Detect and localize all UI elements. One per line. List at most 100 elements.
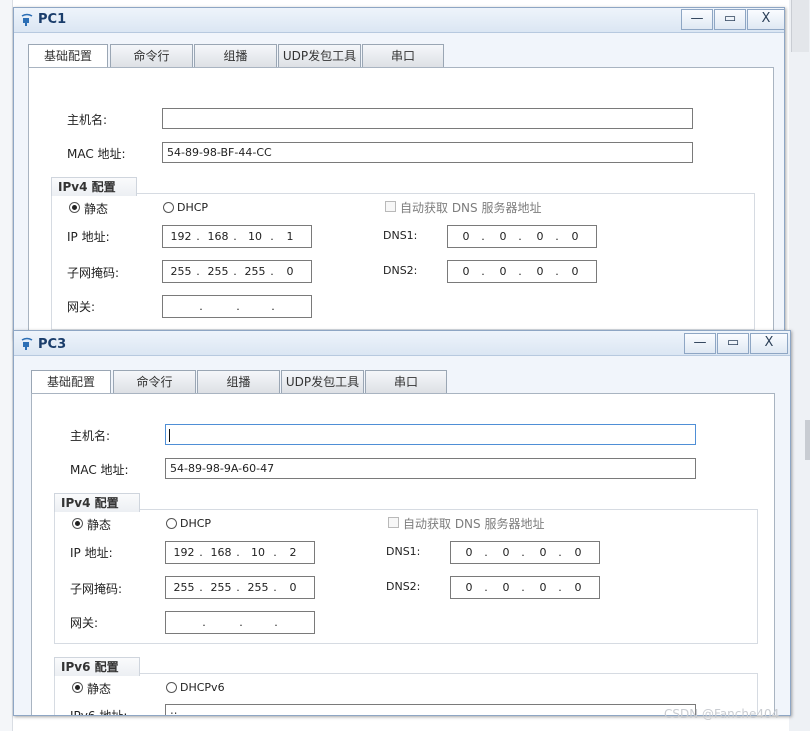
dns2-octet-2: 0 [499, 265, 507, 278]
scrollbar-thumb[interactable] [791, 0, 809, 52]
ip-dot: . [558, 581, 562, 594]
tab-multicast[interactable]: 组播 [194, 44, 277, 68]
dns2-label: DNS2: [383, 264, 418, 277]
ip-dot: . [233, 265, 237, 278]
dns1-octet-1: 0 [465, 546, 473, 559]
static6-label: 静态 [87, 682, 112, 696]
subnet-mask-input[interactable]: 255 . 255 . 255 . 0 [165, 576, 315, 599]
mask-octet-2: 255 [207, 265, 229, 278]
pc-app-icon [21, 337, 33, 350]
mac-label: MAC 地址: [67, 147, 126, 161]
scrollbar-mark [805, 420, 810, 460]
auto-dns-checkbox[interactable] [385, 201, 396, 212]
static-label: 静态 [84, 202, 109, 216]
background-left-pane [0, 0, 13, 731]
ip-label: IP 地址: [70, 546, 113, 560]
tab-command-line[interactable]: 命令行 [113, 370, 196, 394]
gateway-label: 网关: [67, 300, 96, 314]
auto-dns-checkbox[interactable] [388, 517, 399, 528]
background-scrollbar[interactable] [789, 0, 810, 731]
mask-octet-4: 0 [289, 581, 297, 594]
ip-dot: . [199, 546, 203, 559]
pc3-titlebar[interactable]: PC3 — ▭ X [14, 331, 790, 356]
subnet-mask-input[interactable]: 255 . 255 . 255 . 0 [162, 260, 312, 283]
tab-udp-tool[interactable]: UDP发包工具 [278, 44, 361, 68]
ip-dot: . [202, 616, 206, 629]
ipv6-address-input[interactable]: :: [165, 704, 696, 715]
tab-basic-config[interactable]: 基础配置 [31, 370, 111, 395]
minimize-button[interactable]: — [681, 9, 713, 30]
ip-dot: . [518, 265, 522, 278]
ip-dot: . [274, 616, 278, 629]
ip-address-input[interactable]: 192 . 168 . 10 . 2 [165, 541, 315, 564]
ip-dot: . [196, 265, 200, 278]
tab-command-line[interactable]: 命令行 [110, 44, 193, 68]
dns2-octet-3: 0 [536, 265, 544, 278]
hostname-input[interactable] [162, 108, 693, 129]
static6-radio[interactable] [72, 682, 83, 693]
mask-octet-3: 255 [247, 581, 269, 594]
pc1-titlebar[interactable]: PC1 — ▭ X [14, 8, 784, 33]
ip-dot: . [273, 546, 277, 559]
dns1-input[interactable]: 0 . 0 . 0 . 0 [450, 541, 600, 564]
gateway-input[interactable]: . . . [165, 611, 315, 634]
mask-label: 子网掩码: [67, 266, 120, 280]
maximize-button[interactable]: ▭ [714, 9, 746, 30]
dns1-octet-2: 0 [502, 546, 510, 559]
dns2-label: DNS2: [386, 580, 421, 593]
pc1-window: PC1 — ▭ X 基础配置 命令行 组播 UDP发包工具 串口 主机名: MA… [13, 7, 785, 339]
dns1-octet-1: 0 [462, 230, 470, 243]
ip-dot: . [236, 300, 240, 313]
dns1-label: DNS1: [383, 229, 418, 242]
csdn-watermark: CSDN @Fanche404 [664, 707, 780, 721]
pc-app-icon [21, 13, 33, 26]
ipv6-header: IPv6 配置 [54, 657, 140, 676]
ip-address-input[interactable]: 192 . 168 . 10 . 1 [162, 225, 312, 248]
ip-octet-2: 168 [207, 230, 229, 243]
tab-basic-config[interactable]: 基础配置 [28, 44, 108, 69]
mask-octet-1: 255 [170, 265, 192, 278]
tab-serial[interactable]: 串口 [365, 370, 447, 394]
hostname-input[interactable] [165, 424, 696, 445]
tab-multicast[interactable]: 组播 [197, 370, 280, 394]
gateway-input[interactable]: . . . [162, 295, 312, 318]
close-button[interactable]: X [750, 333, 788, 354]
pc3-title: PC3 [38, 337, 67, 352]
ip-dot: . [199, 300, 203, 313]
ipv4-header: IPv4 配置 [54, 493, 140, 512]
dhcpv6-radio[interactable] [166, 682, 177, 693]
hostname-label: 主机名: [70, 429, 111, 443]
tab-udp-tool[interactable]: UDP发包工具 [281, 370, 364, 394]
static-radio[interactable] [72, 518, 83, 529]
ip-dot: . [273, 581, 277, 594]
dns2-octet-3: 0 [539, 581, 547, 594]
dns1-input[interactable]: 0 . 0 . 0 . 0 [447, 225, 597, 248]
mask-octet-4: 0 [286, 265, 294, 278]
ip-dot: . [239, 616, 243, 629]
static-radio[interactable] [69, 202, 80, 213]
ip-dot: . [236, 546, 240, 559]
hostname-label: 主机名: [67, 113, 108, 127]
ip-octet-4: 2 [289, 546, 297, 559]
ip-octet-3: 10 [248, 230, 262, 243]
ip-octet-3: 10 [251, 546, 265, 559]
static-label: 静态 [87, 518, 112, 532]
ip-dot: . [236, 581, 240, 594]
ip-octet-4: 1 [286, 230, 294, 243]
auto-dns-label: 自动获取 DNS 服务器地址 [403, 517, 545, 531]
close-button[interactable]: X [747, 9, 784, 30]
ip-dot: . [481, 230, 485, 243]
mac-label: MAC 地址: [70, 463, 129, 477]
minimize-button[interactable]: — [684, 333, 716, 354]
dns2-input[interactable]: 0 . 0 . 0 . 0 [447, 260, 597, 283]
dns1-octet-4: 0 [574, 546, 582, 559]
ip-octet-1: 192 [173, 546, 195, 559]
ip-octet-1: 192 [170, 230, 192, 243]
maximize-button[interactable]: ▭ [717, 333, 749, 354]
ip-dot: . [521, 546, 525, 559]
tab-serial[interactable]: 串口 [362, 44, 444, 68]
dhcp-radio[interactable] [166, 518, 177, 529]
dhcp-radio[interactable] [163, 202, 174, 213]
dns2-input[interactable]: 0 . 0 . 0 . 0 [450, 576, 600, 599]
dhcpv6-label: DHCPv6 [180, 681, 225, 694]
